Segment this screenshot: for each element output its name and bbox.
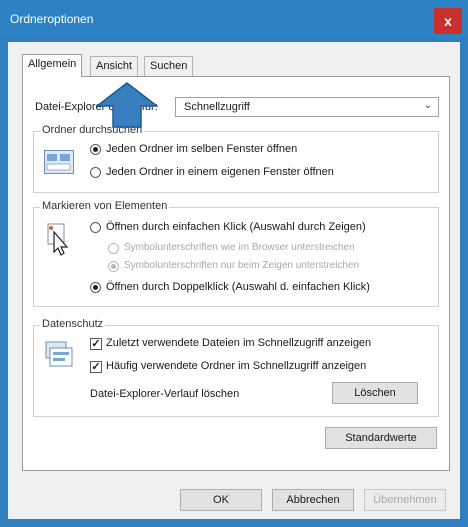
title-bar[interactable]: Ordneroptionen x xyxy=(0,0,468,38)
chevron-down-icon: ⌄ xyxy=(423,100,432,111)
clear-history-label: Datei-Explorer-Verlauf löschen xyxy=(90,388,240,400)
radio-underline-browser-label[interactable]: Symbolunterschriften wie im Browser unte… xyxy=(124,242,355,253)
radio-underline-browser[interactable] xyxy=(108,243,119,254)
radio-underline-hover[interactable] xyxy=(108,261,119,272)
radio-underline-hover-label[interactable]: Symbolunterschriften nur beim Zeigen unt… xyxy=(124,260,359,271)
mouse-pointer-icon xyxy=(46,222,72,256)
checkbox-recent-files-label[interactable]: Zuletzt verwendete Dateien im Schnellzug… xyxy=(106,337,371,349)
privacy-group: Datenschutz ✓ Zuletzt verwendete Dateien… xyxy=(33,318,439,417)
radio-own-window[interactable] xyxy=(90,167,101,178)
restore-defaults-button[interactable]: Standardwerte xyxy=(325,427,437,449)
radio-same-window[interactable] xyxy=(90,144,101,155)
cancel-button[interactable]: Abbrechen xyxy=(272,489,354,511)
ok-button[interactable]: OK xyxy=(180,489,262,511)
apply-button[interactable]: Übernehmen xyxy=(364,489,446,511)
dialog-body: Allgemein Ansicht Suchen Datei-Explorer … xyxy=(8,42,460,519)
tab-general[interactable]: Allgemein xyxy=(22,54,83,77)
radio-same-window-label[interactable]: Jeden Ordner im selben Fenster öffnen xyxy=(106,143,297,155)
explorer-open-dropdown[interactable]: Schnellzugriff ⌄ xyxy=(175,97,439,117)
radio-single-click-label[interactable]: Öffnen durch einfachen Klick (Auswahl du… xyxy=(106,221,366,233)
general-tab-panel: Datei-Explorer öffnen für: Schnellzugrif… xyxy=(22,76,450,471)
tab-view[interactable]: Ansicht xyxy=(90,56,139,76)
folder-window-icon xyxy=(44,150,74,174)
checkbox-recent-files[interactable]: ✓ xyxy=(90,338,102,350)
checkbox-frequent-folders[interactable]: ✓ xyxy=(90,361,102,373)
folder-options-window: Ordneroptionen x Allgemein Ansicht Suche… xyxy=(0,0,468,527)
radio-double-click[interactable] xyxy=(90,282,101,293)
window-title: Ordneroptionen xyxy=(10,12,94,26)
tab-search[interactable]: Suchen xyxy=(144,56,194,76)
radio-own-window-label[interactable]: Jeden Ordner in einem eigenen Fenster öf… xyxy=(106,166,334,178)
click-items-group: Markieren von Elementen Öffnen durch ein… xyxy=(33,200,439,307)
click-items-title: Markieren von Elementen xyxy=(40,200,170,212)
privacy-icon xyxy=(44,338,74,370)
up-arrow-icon xyxy=(94,82,160,128)
checkbox-frequent-folders-label[interactable]: Häufig verwendete Ordner im Schnellzugri… xyxy=(106,360,366,372)
radio-single-click[interactable] xyxy=(90,222,101,233)
explorer-open-value: Schnellzugriff xyxy=(184,101,250,113)
close-button[interactable]: x xyxy=(434,8,462,34)
clear-history-button[interactable]: Löschen xyxy=(332,382,418,404)
radio-double-click-label[interactable]: Öffnen durch Doppelklick (Auswahl d. ein… xyxy=(106,281,370,293)
privacy-title: Datenschutz xyxy=(40,318,106,330)
folder-browse-group: Ordner durchsuchen Jeden Ordner im selbe… xyxy=(33,124,439,193)
